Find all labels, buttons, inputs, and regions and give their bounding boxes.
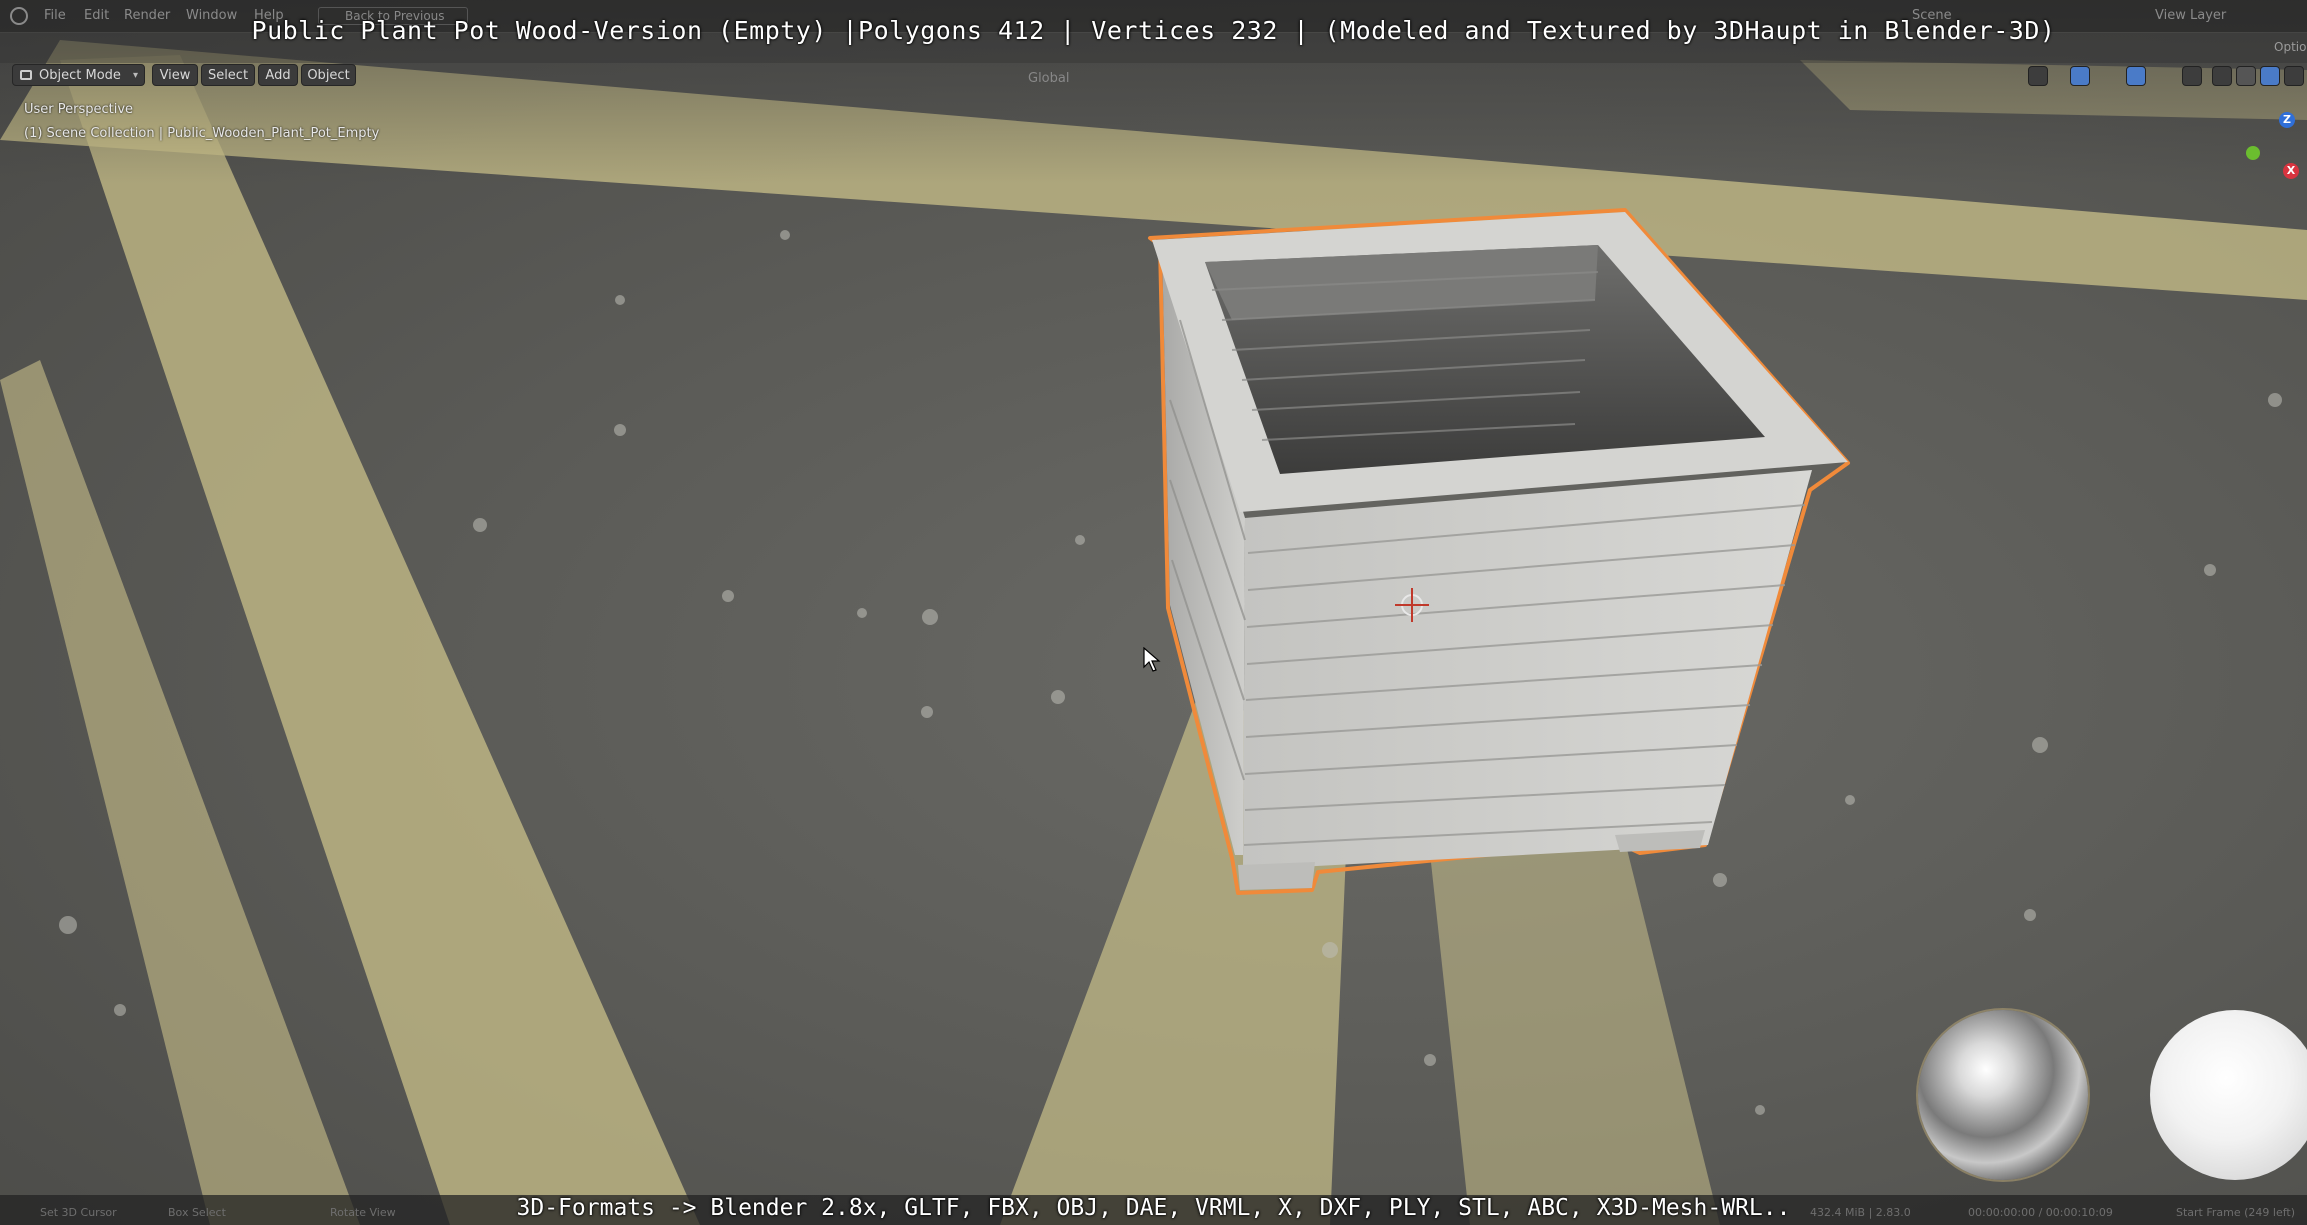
wireframe-shading-icon[interactable] (2212, 66, 2232, 86)
select-menu-button[interactable]: Select (201, 64, 255, 86)
rendered-shading-icon[interactable] (2284, 66, 2304, 86)
gizmo-toggle-icon[interactable] (2070, 66, 2090, 86)
view-menu-button[interactable]: View (152, 64, 198, 86)
overlay-subtitle: 3D-Formats -> Blender 2.8x, GLTF, FBX, O… (516, 1195, 1791, 1221)
hdri-diffuse-preview-sphere (2150, 1010, 2307, 1180)
material-preview-shading-icon[interactable] (2260, 66, 2280, 86)
chevron-down-icon: ▾ (132, 70, 138, 81)
mouse-pointer-icon (1143, 647, 1161, 672)
object-mode-label: Object Mode (39, 68, 121, 83)
options-button[interactable]: Optio (2274, 40, 2306, 54)
object-mode-icon (20, 70, 32, 80)
xray-icon[interactable] (2182, 66, 2202, 86)
object-menu-button[interactable]: Object (301, 64, 356, 86)
add-menu-button[interactable]: Add (258, 64, 298, 86)
gizmo-x-axis[interactable]: X (2283, 163, 2299, 179)
viewport-perspective-label: User Perspective (24, 102, 134, 117)
gizmo-z-axis[interactable]: Z (2279, 112, 2295, 128)
solid-shading-icon[interactable] (2236, 66, 2256, 86)
object-mode-dropdown[interactable]: Object Mode ▾ (12, 64, 145, 86)
overlay-title: Public Plant Pot Wood-Version (Empty) |P… (251, 16, 2056, 45)
overlay-toggle-icon[interactable] (2126, 66, 2146, 86)
active-collection-label: (1) Scene Collection | Public_Wooden_Pla… (24, 126, 380, 141)
gizmo-y-axis[interactable] (2246, 146, 2260, 160)
hdri-chrome-preview-sphere (1918, 1010, 2088, 1180)
transform-orientation-dropdown[interactable]: Global (1028, 71, 1069, 86)
visibility-icon[interactable] (2028, 66, 2048, 86)
